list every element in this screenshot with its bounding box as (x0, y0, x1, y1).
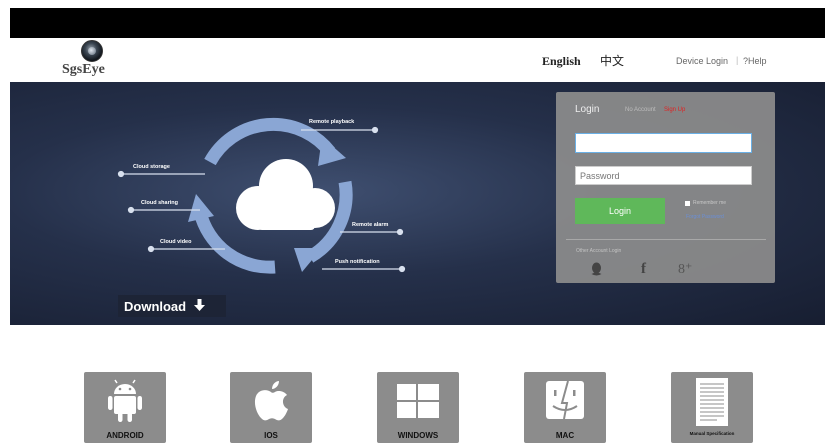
logo-text: SgsEye (62, 62, 105, 77)
feature-remote-playback: Remote playback (309, 119, 355, 125)
login-button[interactable]: Login (575, 198, 665, 224)
qq-icon[interactable] (591, 262, 602, 276)
download-button[interactable]: Download (118, 295, 226, 317)
download-label: Download (124, 298, 187, 314)
download-arrow-icon (194, 298, 206, 314)
sign-up-link[interactable]: Sign Up (664, 107, 685, 113)
sgseye-logo[interactable]: SgsEye (62, 40, 122, 80)
platform-manual-label: Manual Specification (689, 431, 735, 436)
username-input[interactable] (575, 133, 752, 153)
platform-ios-label: IOS (264, 431, 278, 440)
finder-icon (546, 380, 584, 420)
windows-icon (397, 384, 439, 418)
feature-remote-alarm: Remote alarm (352, 222, 389, 228)
forgot-password-link[interactable]: Forgot Password (686, 214, 724, 220)
apple-icon (254, 381, 288, 421)
google-plus-icon[interactable]: 8⁺ (678, 262, 692, 277)
header-separator: | (736, 55, 739, 65)
platform-mac-label: MAC (555, 431, 575, 440)
platform-android-label: ANDROID (106, 431, 144, 440)
platform-manual-specification[interactable]: Manual Specification (671, 372, 753, 443)
feature-push-notification: Push notification (335, 259, 380, 265)
help-link[interactable]: ?Help (743, 56, 767, 66)
platform-ios[interactable]: IOS (230, 372, 312, 443)
login-panel: Login No Account Sign Up Login Remember … (556, 92, 775, 283)
platform-windows-label: WINDOWS (397, 431, 439, 440)
device-login-link[interactable]: Device Login (676, 56, 728, 66)
no-account-text: No Account (625, 107, 656, 113)
feature-cloud-storage: Cloud storage (133, 164, 170, 170)
platform-mac[interactable]: MAC (524, 372, 606, 443)
remember-me-label[interactable]: Remember me (693, 200, 726, 206)
top-black-bar (10, 8, 825, 38)
language-chinese-link[interactable]: 中文 (600, 52, 624, 69)
panel-divider (566, 239, 766, 240)
facebook-icon[interactable]: f (641, 262, 646, 277)
password-input[interactable] (575, 166, 752, 185)
login-title: Login (575, 104, 600, 115)
camera-lens-icon (81, 40, 103, 62)
cloud-services-diagram (117, 117, 406, 274)
language-english-link[interactable]: English (542, 54, 581, 69)
other-account-login-label: Other Account Login (576, 248, 622, 254)
platform-android[interactable]: ANDROID (84, 372, 166, 443)
cloud-icon (236, 159, 335, 230)
document-icon (696, 378, 728, 426)
feature-cloud-video: Cloud video (160, 239, 192, 245)
feature-cloud-sharing: Cloud sharing (141, 200, 178, 206)
site-header: SgsEye English 中文 Device Login | ?Help (10, 38, 825, 82)
remember-me-checkbox[interactable] (685, 201, 690, 206)
android-icon (108, 379, 142, 422)
platform-windows[interactable]: WINDOWS (377, 372, 459, 443)
